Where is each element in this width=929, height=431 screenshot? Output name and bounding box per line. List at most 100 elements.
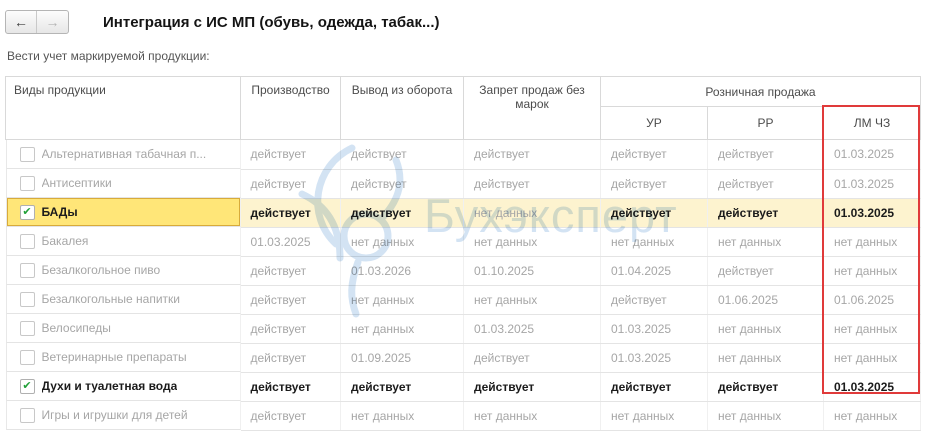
status-cell[interactable]: 01.03.2026 (340, 256, 464, 286)
status-cell[interactable]: 01.03.2025 (823, 198, 922, 228)
unchecked-checkbox-icon[interactable] (19, 175, 35, 191)
table-row[interactable]: Безалкогольные напитки действует нет данны… (5, 285, 922, 315)
col-header-ur[interactable]: УР (600, 106, 708, 140)
status-cell[interactable]: действует (240, 314, 341, 344)
table-row[interactable]: ✔ Духи и туалетная вода действует действует… (5, 372, 922, 402)
status-cell[interactable]: 01.04.2025 (600, 256, 708, 286)
status-cell[interactable]: действует (240, 256, 341, 286)
status-cell[interactable]: действует (463, 169, 601, 199)
table-row[interactable]: Безалкогольное пиво действует 01.03.2026 01… (5, 256, 922, 286)
status-cell[interactable]: действует (463, 139, 601, 170)
status-cell[interactable]: нет данных (340, 314, 464, 344)
status-cell[interactable]: действует (340, 372, 464, 402)
status-cell[interactable]: нет данных (600, 401, 708, 431)
status-cell[interactable]: 01.06.2025 (823, 285, 922, 315)
status-cell[interactable]: 01.03.2025 (600, 343, 708, 373)
product-name-cell[interactable]: Безалкогольное пиво (5, 256, 241, 285)
status-cell[interactable]: нет данных (707, 227, 824, 257)
product-name-cell[interactable]: Игры и игрушки для детей (5, 401, 241, 430)
status-cell[interactable]: действует (600, 169, 708, 199)
status-cell[interactable]: 01.03.2025 (823, 139, 922, 170)
status-cell[interactable]: нет данных (823, 227, 922, 257)
status-cell[interactable]: действует (240, 372, 341, 402)
status-cell[interactable]: действует (463, 343, 601, 373)
status-cell[interactable]: действует (340, 139, 464, 170)
status-cell[interactable]: действует (240, 285, 341, 315)
table-row[interactable]: Велосипеды действует нет данных 01.03.2025 0… (5, 314, 922, 344)
status-cell[interactable]: нет данных (823, 314, 922, 344)
status-cell[interactable]: нет данных (707, 343, 824, 373)
status-cell[interactable]: 01.03.2025 (463, 314, 601, 344)
unchecked-checkbox-icon[interactable] (19, 262, 35, 278)
table-row[interactable]: Альтернативная табачная п... действует дей… (5, 139, 922, 170)
unchecked-checkbox-icon[interactable] (19, 407, 35, 423)
checked-checkbox-icon[interactable]: ✔ (19, 378, 35, 394)
status-cell[interactable]: 01.06.2025 (707, 285, 824, 315)
table-row[interactable]: Бакалея 01.03.2025 нет данных нет данных нет… (5, 227, 922, 257)
product-name-cell[interactable]: ✔ БАДы (5, 198, 241, 227)
status-cell[interactable]: нет данных (340, 285, 464, 315)
status-cell[interactable]: 01.09.2025 (340, 343, 464, 373)
status-cell[interactable]: действует (240, 198, 341, 228)
status-cell[interactable]: действует (600, 372, 708, 402)
product-name-cell[interactable]: Антисептики (5, 169, 241, 198)
col-header-production[interactable]: Производство (240, 76, 341, 140)
col-header-product-types[interactable]: Виды продукции (5, 76, 241, 140)
status-cell[interactable]: 01.10.2025 (463, 256, 601, 286)
unchecked-checkbox-icon[interactable] (19, 146, 35, 162)
status-cell[interactable]: действует (240, 169, 341, 199)
status-cell[interactable]: действует (600, 139, 708, 170)
unchecked-checkbox-icon[interactable] (19, 349, 35, 365)
unchecked-checkbox-icon[interactable] (19, 291, 35, 307)
status-cell[interactable]: нет данных (600, 227, 708, 257)
status-cell[interactable]: действует (463, 372, 601, 402)
table-row[interactable]: Ветеринарные препараты действует 01.09.202… (5, 343, 922, 373)
table-row[interactable]: Антисептики действует действует действует де… (5, 169, 922, 199)
table-row[interactable]: ✔ БАДы действует действует нет данных действу… (5, 198, 922, 228)
product-name-cell[interactable]: ✔ Духи и туалетная вода (5, 372, 241, 401)
forward-button[interactable]: → (37, 11, 68, 33)
status-cell[interactable]: действует (707, 139, 824, 170)
status-cell[interactable]: действует (240, 139, 341, 170)
col-header-withdrawal[interactable]: Вывод из оборота (340, 76, 464, 140)
status-cell[interactable]: нет данных (823, 343, 922, 373)
status-cell[interactable]: нет данных (823, 256, 922, 286)
status-cell[interactable]: нет данных (340, 227, 464, 257)
unchecked-checkbox-icon[interactable] (19, 233, 35, 249)
col-header-lm-chz[interactable]: ЛМ ЧЗ (822, 106, 922, 140)
product-name-cell[interactable]: Бакалея (5, 227, 241, 256)
status-cell[interactable]: нет данных (707, 314, 824, 344)
product-name-cell[interactable]: Безалкогольные напитки (5, 285, 241, 314)
status-cell[interactable]: нет данных (463, 285, 601, 315)
table-row[interactable]: Игры и игрушки для детей действует нет дан… (5, 401, 922, 431)
col-header-sale-ban[interactable]: Запрет продаж без марок (463, 76, 601, 140)
product-name-cell[interactable]: Ветеринарные препараты (5, 343, 241, 372)
status-cell[interactable]: действует (340, 169, 464, 199)
product-name-cell[interactable]: Альтернативная табачная п... (5, 140, 241, 169)
status-cell[interactable]: 01.03.2025 (823, 372, 922, 402)
col-group-retail-sale[interactable]: Розничная продажа (599, 76, 922, 107)
status-cell[interactable]: 01.03.2025 (823, 169, 922, 199)
status-cell[interactable]: 01.03.2025 (600, 314, 708, 344)
checked-checkbox-icon[interactable]: ✔ (19, 204, 35, 220)
status-cell[interactable]: 01.03.2025 (240, 227, 341, 257)
status-cell[interactable]: нет данных (463, 198, 601, 228)
status-cell[interactable]: нет данных (340, 401, 464, 431)
status-cell[interactable]: нет данных (463, 401, 601, 431)
status-cell[interactable]: действует (707, 256, 824, 286)
back-button[interactable]: ← (6, 11, 37, 33)
status-cell[interactable]: действует (600, 285, 708, 315)
status-cell[interactable]: действует (240, 343, 341, 373)
status-cell[interactable]: действует (240, 401, 341, 431)
status-cell[interactable]: действует (707, 198, 824, 228)
col-header-rr[interactable]: РР (707, 106, 824, 140)
status-cell[interactable]: нет данных (463, 227, 601, 257)
status-cell[interactable]: нет данных (707, 401, 824, 431)
product-name-cell[interactable]: Велосипеды (5, 314, 241, 343)
status-cell[interactable]: действует (600, 198, 708, 228)
status-cell[interactable]: нет данных (823, 401, 922, 431)
unchecked-checkbox-icon[interactable] (19, 320, 35, 336)
status-cell[interactable]: действует (340, 198, 464, 228)
status-cell[interactable]: действует (707, 169, 824, 199)
status-cell[interactable]: действует (707, 372, 824, 402)
